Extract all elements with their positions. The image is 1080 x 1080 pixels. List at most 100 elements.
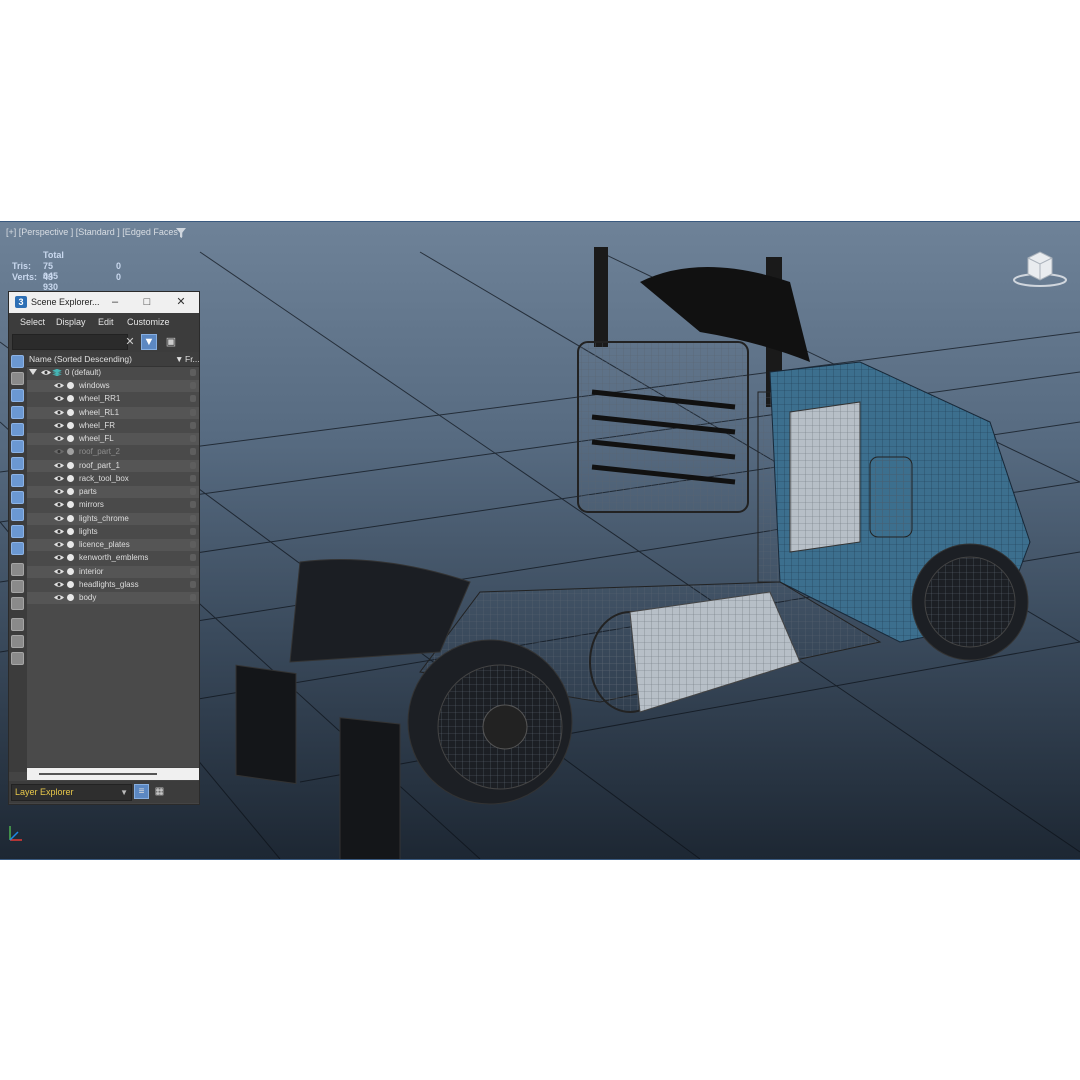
freeze-toggle[interactable] xyxy=(190,554,196,562)
layer-row[interactable]: roof_part_1 xyxy=(27,459,199,472)
filter-funnel-icon[interactable] xyxy=(11,618,24,631)
visibility-eye-icon[interactable] xyxy=(54,382,64,389)
freeze-toggle[interactable] xyxy=(190,435,196,442)
horizontal-scrollbar[interactable] xyxy=(27,768,199,780)
selection-set-icon[interactable] xyxy=(11,652,24,665)
visibility-eye-icon[interactable] xyxy=(54,462,64,469)
scene-explorer-panel[interactable]: 3 Scene Explorer... – □ ✕ Select Display… xyxy=(8,291,200,805)
sort-arrow-icon[interactable]: ▼ xyxy=(175,354,183,364)
menu-display[interactable]: Display xyxy=(56,317,86,327)
layer-row[interactable]: lights xyxy=(27,526,199,538)
viewcube-icon[interactable] xyxy=(1012,248,1068,288)
freeze-toggle[interactable] xyxy=(190,421,196,429)
display-groups-icon[interactable] xyxy=(11,457,24,470)
menu-customize[interactable]: Customize xyxy=(127,317,170,327)
layer-row[interactable]: mirrors xyxy=(27,499,199,511)
visibility-eye-icon[interactable] xyxy=(54,395,64,402)
render-toggle-icon[interactable] xyxy=(67,474,74,482)
layer-row[interactable]: parts xyxy=(27,486,199,498)
visibility-eye-icon[interactable] xyxy=(54,448,64,455)
viewport-label[interactable]: [+] [Perspective ] [Standard ] [Edged Fa… xyxy=(6,227,183,237)
visibility-eye-icon[interactable] xyxy=(41,369,51,376)
freeze-toggle[interactable] xyxy=(190,408,196,416)
display-helpers-icon[interactable] xyxy=(11,423,24,436)
layer-row[interactable]: headlights_glass xyxy=(27,579,199,591)
layer-row[interactable]: wheel_RL1 xyxy=(27,406,199,419)
render-toggle-icon[interactable] xyxy=(67,488,74,495)
display-invert-icon[interactable] xyxy=(11,597,24,610)
display-bones-icon[interactable] xyxy=(11,491,24,504)
layer-row[interactable]: licence_plates xyxy=(27,539,199,551)
render-toggle-icon[interactable] xyxy=(67,435,74,442)
maximize-button[interactable]: □ xyxy=(138,294,156,310)
display-spacewarps-icon[interactable] xyxy=(11,440,24,453)
display-shapes-icon[interactable] xyxy=(11,372,24,385)
display-xrefs-icon[interactable] xyxy=(11,474,24,487)
layer-list[interactable]: Name (Sorted Descending) ▼ Fr... 0 (defa… xyxy=(27,352,200,767)
expand-arrow-icon[interactable] xyxy=(29,369,37,375)
freeze-toggle[interactable] xyxy=(190,382,196,389)
layer-row[interactable]: lights_chrome xyxy=(27,512,199,525)
render-toggle-icon[interactable] xyxy=(67,461,74,469)
display-frozen-icon[interactable] xyxy=(11,525,24,538)
layer-row[interactable]: body xyxy=(27,592,199,604)
filter-options-icon[interactable] xyxy=(11,635,24,648)
visibility-eye-icon[interactable] xyxy=(54,528,64,535)
freeze-toggle[interactable] xyxy=(190,369,196,376)
layer-row[interactable]: wheel_RR1 xyxy=(27,393,199,405)
render-toggle-icon[interactable] xyxy=(67,594,74,601)
menu-select[interactable]: Select xyxy=(20,317,45,327)
render-toggle-icon[interactable] xyxy=(67,567,74,575)
display-none-icon[interactable] xyxy=(11,580,24,593)
freeze-toggle[interactable] xyxy=(190,488,196,495)
visibility-eye-icon[interactable] xyxy=(54,515,64,522)
scrollbar-thumb[interactable] xyxy=(39,773,157,775)
freeze-toggle[interactable] xyxy=(190,514,196,522)
filter-icon[interactable] xyxy=(176,228,186,238)
render-toggle-icon[interactable] xyxy=(67,514,74,522)
visibility-eye-icon[interactable] xyxy=(54,435,64,442)
layer-row[interactable]: kenworth_emblems xyxy=(27,552,199,564)
clear-search-icon[interactable]: ✕ xyxy=(122,334,138,350)
render-toggle-icon[interactable] xyxy=(67,395,74,403)
freeze-toggle[interactable] xyxy=(190,461,196,469)
list-header[interactable]: Name (Sorted Descending) ▼ Fr... xyxy=(27,352,200,367)
render-toggle-icon[interactable] xyxy=(67,541,74,548)
freeze-toggle[interactable] xyxy=(190,541,196,548)
freeze-toggle[interactable] xyxy=(190,395,196,403)
visibility-eye-icon[interactable] xyxy=(54,501,64,508)
layer-row[interactable]: windows xyxy=(27,380,199,392)
freeze-toggle[interactable] xyxy=(190,474,196,482)
root-layer-row[interactable]: 0 (default) xyxy=(27,367,199,379)
layer-explorer-icon[interactable]: ≡ xyxy=(134,784,149,799)
freeze-toggle[interactable] xyxy=(190,567,196,575)
visibility-eye-icon[interactable] xyxy=(54,541,64,548)
freeze-toggle[interactable] xyxy=(190,594,196,601)
visibility-eye-icon[interactable] xyxy=(54,594,64,601)
panel-titlebar[interactable]: 3 Scene Explorer... – □ ✕ xyxy=(9,292,199,313)
layer-row[interactable]: wheel_FR xyxy=(27,420,199,432)
render-toggle-icon[interactable] xyxy=(67,501,74,509)
freeze-toggle[interactable] xyxy=(190,448,196,456)
render-toggle-icon[interactable] xyxy=(67,382,74,389)
freeze-toggle[interactable] xyxy=(190,527,196,535)
column-name-header[interactable]: Name (Sorted Descending) xyxy=(29,354,132,364)
display-containers-icon[interactable] xyxy=(11,508,24,521)
search-input[interactable] xyxy=(12,334,128,350)
display-geometry-icon[interactable] xyxy=(11,355,24,368)
render-toggle-icon[interactable] xyxy=(67,421,74,429)
lock-icon[interactable]: ▣ xyxy=(163,334,179,350)
visibility-eye-icon[interactable] xyxy=(54,409,64,416)
close-button[interactable]: ✕ xyxy=(172,294,190,310)
layer-row[interactable]: rack_tool_box xyxy=(27,473,199,485)
visibility-eye-icon[interactable] xyxy=(54,488,64,495)
visibility-eye-icon[interactable] xyxy=(54,422,64,429)
freeze-toggle[interactable] xyxy=(190,580,196,588)
filter-toggle-icon[interactable]: ▼ xyxy=(141,334,157,350)
visibility-eye-icon[interactable] xyxy=(54,554,64,561)
freeze-toggle[interactable] xyxy=(190,501,196,509)
render-toggle-icon[interactable] xyxy=(67,554,74,562)
layer-row[interactable]: roof_part_2 xyxy=(27,446,199,458)
explorer-mode-select[interactable]: Layer Explorer ▼ xyxy=(11,784,132,801)
display-all-icon[interactable] xyxy=(11,563,24,576)
